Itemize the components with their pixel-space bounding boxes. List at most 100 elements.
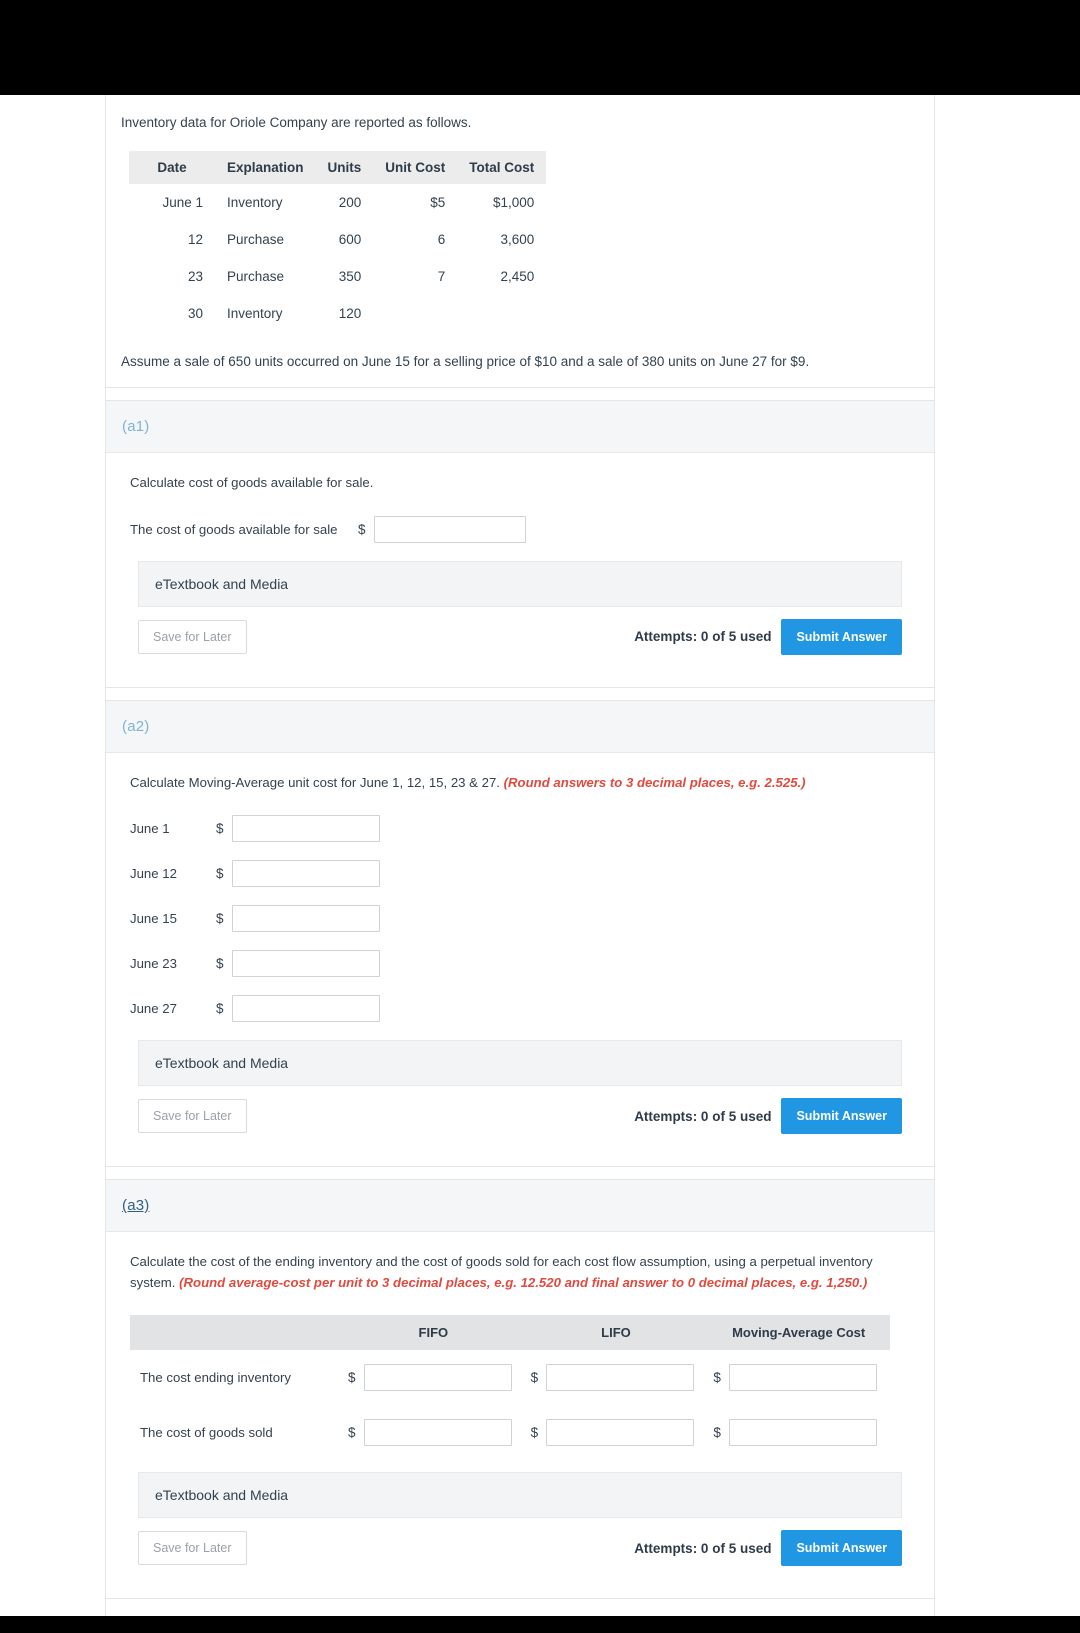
cell-explanation: Inventory xyxy=(227,195,283,211)
section-a1-label: (a1) xyxy=(122,418,150,436)
section-a2-header: (a2) xyxy=(106,700,934,753)
table-row: The cost of goods sold $ $ $ xyxy=(130,1405,890,1460)
section-a3-label[interactable]: (a3) xyxy=(122,1197,149,1214)
table-row: 12 Purchase 600 6 3,600 xyxy=(129,221,546,258)
input-june-15[interactable] xyxy=(231,905,380,933)
answer-row-june-12: June 12 $ xyxy=(130,860,910,888)
cell-units: 120 xyxy=(338,306,362,322)
table-row: The cost ending inventory $ $ $ xyxy=(130,1350,890,1405)
cell-date: 30 xyxy=(187,306,203,322)
sale-assumption-text: Assume a sale of 650 units occurred on J… xyxy=(121,354,810,370)
cell-explanation: Purchase xyxy=(227,269,285,285)
answer-label-june-15: June 15 xyxy=(130,911,177,927)
cell-total-cost xyxy=(457,295,546,332)
section-a2-prompt-hint: (Round answers to 3 decimal places, e.g.… xyxy=(503,774,806,790)
answer-row-june-1: June 1 $ xyxy=(130,815,910,843)
column-header-units: Units xyxy=(315,151,374,185)
cell-unit-cost: 7 xyxy=(437,269,446,285)
dollar-sign-icon: $ xyxy=(348,1370,356,1386)
input-cogs-available[interactable] xyxy=(373,515,526,543)
row-label-cost-of-goods-sold: The cost of goods sold xyxy=(140,1425,273,1441)
section-a3-body: Calculate the cost of the ending invento… xyxy=(106,1232,934,1598)
section-a3-footer: Save for Later Attempts: 0 of 5 used Sub… xyxy=(130,1518,910,1584)
section-a3-prompt-hint: (Round average-cost per unit to 3 decima… xyxy=(179,1274,868,1290)
section-a2: (a2) Calculate Moving-Average unit cost … xyxy=(106,700,934,1168)
cell-ending-inventory-fifo: $ xyxy=(342,1350,525,1405)
answer-row-june-15: June 15 $ xyxy=(130,905,910,933)
submit-answer-button-a1[interactable]: Submit Answer xyxy=(781,618,902,655)
answer-label-june-12: June 12 xyxy=(130,866,177,882)
section-divider-a2 xyxy=(106,687,934,701)
cell-cogs-lifo: $ xyxy=(525,1405,708,1460)
save-for-later-button-a1[interactable]: Save for Later xyxy=(138,619,247,654)
page-canvas: Inventory data for Oriole Company are re… xyxy=(0,95,1080,1616)
attempts-counter-a2: Attempts: 0 of 5 used xyxy=(634,1108,772,1124)
cell-unit-cost: $5 xyxy=(430,195,446,211)
dollar-sign-icon: $ xyxy=(713,1370,721,1386)
cell-total-cost: 3,600 xyxy=(500,232,535,248)
answer-row-june-27: June 27 $ xyxy=(130,995,910,1023)
submit-answer-button-a3[interactable]: Submit Answer xyxy=(781,1530,902,1567)
dollar-sign-icon: $ xyxy=(530,1370,539,1386)
input-ending-inventory-fifo[interactable] xyxy=(363,1364,512,1392)
intro-text: Inventory data for Oriole Company are re… xyxy=(121,115,472,130)
input-ending-inventory-moving-average[interactable] xyxy=(728,1364,877,1392)
cell-unit-cost: 6 xyxy=(437,232,446,248)
section-a2-label: (a2) xyxy=(122,717,150,735)
cell-cogs-moving-average: $ xyxy=(707,1405,890,1460)
section-a1-header: (a1) xyxy=(106,401,934,454)
inventory-data-table: Date Explanation Units Unit Cost Total C… xyxy=(129,151,547,332)
input-ending-inventory-lifo[interactable] xyxy=(546,1364,695,1392)
answer-label-cogs-available: The cost of goods available for sale xyxy=(130,521,338,537)
table-row: 30 Inventory 120 xyxy=(129,295,546,332)
cell-date: 12 xyxy=(187,232,203,248)
column-header-total-cost: Total Cost xyxy=(457,151,547,185)
table-row: June 1 Inventory 200 $5 $1,000 xyxy=(129,184,546,221)
cell-ending-inventory-moving-average: $ xyxy=(707,1350,890,1405)
table-header-row: FIFO LIFO Moving-Average Cost xyxy=(130,1315,890,1351)
answer-label-june-27: June 27 xyxy=(130,1001,177,1017)
input-june-27[interactable] xyxy=(231,995,380,1023)
cost-flow-table: FIFO LIFO Moving-Average Cost The cost e… xyxy=(130,1315,890,1460)
table-header-row: Date Explanation Units Unit Cost Total C… xyxy=(129,151,547,185)
section-divider-a1 xyxy=(106,388,934,402)
section-a1-footer: Save for Later Attempts: 0 of 5 used Sub… xyxy=(130,607,910,673)
input-cogs-lifo[interactable] xyxy=(546,1419,695,1447)
dollar-sign-icon: $ xyxy=(216,911,224,927)
section-a1: (a1) Calculate cost of goods available f… xyxy=(106,401,934,688)
input-june-12[interactable] xyxy=(231,860,380,888)
cell-units: 600 xyxy=(338,232,362,248)
input-june-23[interactable] xyxy=(231,950,380,978)
input-cogs-moving-average[interactable] xyxy=(728,1419,877,1447)
intro-block: Inventory data for Oriole Company are re… xyxy=(106,95,934,389)
dollar-sign-icon: $ xyxy=(216,866,224,882)
cell-cogs-fifo: $ xyxy=(342,1405,525,1460)
column-header-moving-average: Moving-Average Cost xyxy=(707,1315,890,1351)
section-divider-a3 xyxy=(106,1167,934,1181)
section-a3-prompt: Calculate the cost of the ending invento… xyxy=(130,1252,910,1293)
save-for-later-button-a2[interactable]: Save for Later xyxy=(138,1099,247,1134)
etextbook-and-media-a2[interactable]: eTextbook and Media xyxy=(138,1040,902,1087)
page-tail xyxy=(106,1599,934,1616)
submit-answer-button-a2[interactable]: Submit Answer xyxy=(781,1098,902,1135)
dollar-sign-icon: $ xyxy=(216,821,224,837)
etextbook-and-media-a3[interactable]: eTextbook and Media xyxy=(138,1472,902,1519)
input-cogs-fifo[interactable] xyxy=(363,1419,512,1447)
answer-row-cogs-available: The cost of goods available for sale $ xyxy=(130,515,910,543)
cell-ending-inventory-lifo: $ xyxy=(525,1350,708,1405)
etextbook-and-media-a1[interactable]: eTextbook and Media xyxy=(138,560,902,607)
section-a1-body: Calculate cost of goods available for sa… xyxy=(106,453,934,686)
dollar-sign-icon: $ xyxy=(530,1425,539,1441)
dollar-sign-icon: $ xyxy=(216,956,224,972)
cell-explanation: Inventory xyxy=(227,306,283,322)
cell-date: June 1 xyxy=(162,195,203,211)
assignment-card: Inventory data for Oriole Company are re… xyxy=(105,95,935,1616)
save-for-later-button-a3[interactable]: Save for Later xyxy=(138,1531,247,1566)
section-a2-footer: Save for Later Attempts: 0 of 5 used Sub… xyxy=(130,1086,910,1152)
section-a2-body: Calculate Moving-Average unit cost for J… xyxy=(106,753,934,1166)
input-june-1[interactable] xyxy=(231,815,380,843)
cell-explanation: Purchase xyxy=(227,232,285,248)
cell-units: 350 xyxy=(338,269,362,285)
column-header-blank xyxy=(130,1315,342,1351)
answer-label-june-23: June 23 xyxy=(130,956,177,972)
